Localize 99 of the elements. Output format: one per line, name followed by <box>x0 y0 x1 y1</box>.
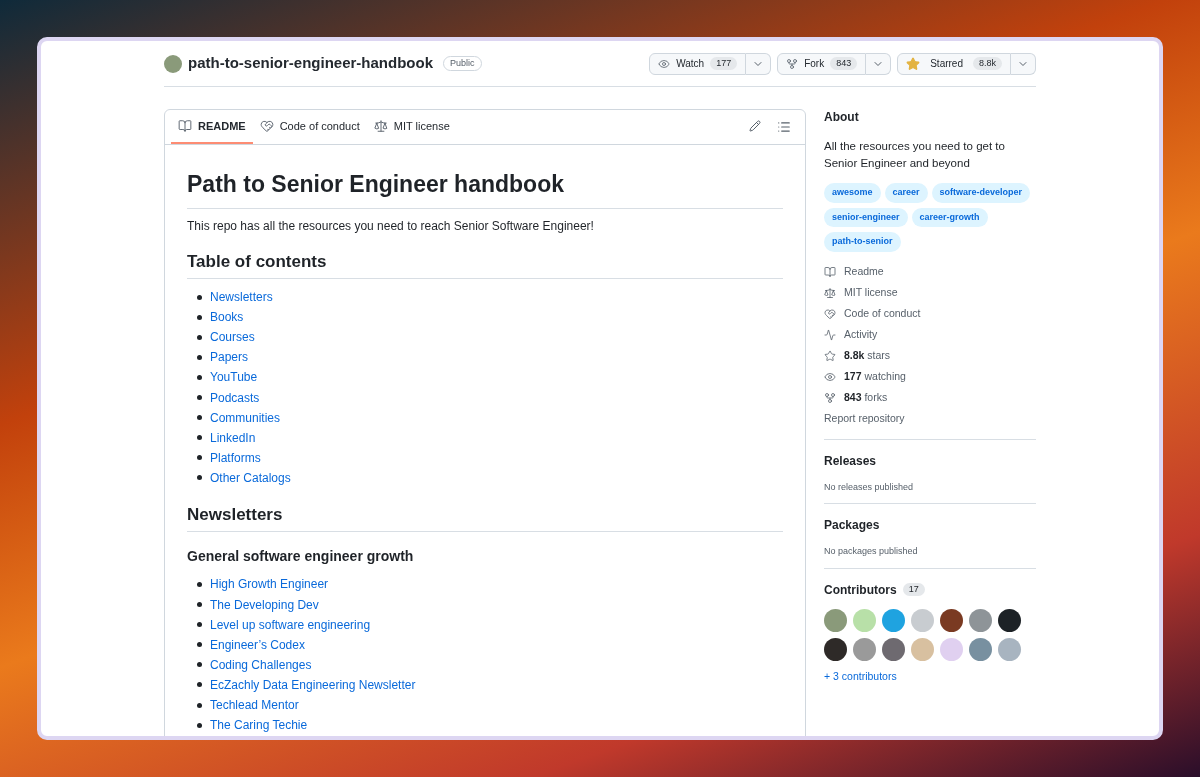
star-button[interactable]: Starred 8.8k <box>897 52 1011 75</box>
eye-icon <box>824 371 836 383</box>
meta-link[interactable]: MIT license <box>844 285 898 301</box>
toc-link[interactable]: Papers <box>210 348 249 367</box>
newsletter-link[interactable]: The Developing Dev <box>210 595 319 614</box>
tab[interactable]: Code of conduct <box>252 110 367 144</box>
toc-link[interactable]: Podcasts <box>210 388 260 407</box>
bullet <box>197 314 202 320</box>
meta-link[interactable]: Readme <box>844 264 884 280</box>
newsletter-link[interactable]: High Growth Engineer <box>210 575 329 594</box>
fork-icon <box>824 392 836 404</box>
about-description: All the resources you need to get to Senior Engineer and beyond <box>824 139 1006 171</box>
topic-tag[interactable]: career-growth <box>911 207 988 227</box>
avatar[interactable] <box>998 608 1021 632</box>
dropdown-button[interactable] <box>1011 52 1036 75</box>
section-heading: Contributors <box>824 581 897 599</box>
bullet <box>197 642 202 648</box>
topic-tag[interactable]: career <box>884 183 928 203</box>
avatar <box>164 54 182 73</box>
about-heading: About <box>824 109 860 126</box>
bullet <box>197 334 202 340</box>
tab[interactable]: MIT license <box>366 110 457 144</box>
newsletter-link[interactable]: The Caring Techie <box>210 716 308 735</box>
bullet <box>197 374 202 380</box>
toc-link[interactable]: LinkedIn <box>210 428 256 447</box>
avatar[interactable] <box>940 608 963 632</box>
bullet <box>197 622 202 628</box>
toc-link[interactable]: Books <box>210 308 244 327</box>
meta-link[interactable]: 177 watching <box>844 369 906 385</box>
count-badge: 843 <box>830 56 858 71</box>
toc-link[interactable]: Newsletters <box>210 288 273 307</box>
topic-tag[interactable]: path-to-senior <box>824 232 901 252</box>
fork-icon <box>786 57 799 70</box>
bullet <box>197 294 202 300</box>
bullet <box>197 682 202 688</box>
count-badge: 8.8k <box>973 56 1002 71</box>
watch-button[interactable]: Watch 177 <box>649 52 747 75</box>
report-link[interactable]: Report repository <box>824 408 1036 430</box>
bullet <box>197 602 202 608</box>
count-badge: 177 <box>710 56 738 71</box>
newsletter-link[interactable]: EcZachly Data Engineering Newsletter <box>210 675 416 694</box>
topic-tag[interactable]: awesome <box>824 183 881 203</box>
dropdown-button[interactable] <box>746 52 772 75</box>
section-heading: Packages <box>824 517 881 534</box>
toc-link[interactable]: Other Catalogs <box>210 468 291 487</box>
count-badge: 17 <box>902 582 925 597</box>
toc-link[interactable]: Communities <box>210 408 281 427</box>
edit-icon[interactable] <box>749 120 761 132</box>
empty-note: No packages published <box>824 545 919 558</box>
meta-link[interactable]: 843 forks <box>844 390 888 406</box>
button-label: Starred <box>929 57 964 71</box>
bullet <box>197 582 202 587</box>
newsletter-link[interactable]: Engineer’s Codex <box>210 635 305 654</box>
bullet <box>197 722 202 728</box>
avatar[interactable] <box>824 637 847 661</box>
meta-link[interactable]: 8.8k stars <box>844 348 891 364</box>
bullet <box>197 662 202 668</box>
bullet <box>197 354 202 360</box>
newsletter-link[interactable]: Techlead Mentor <box>210 696 299 715</box>
more-contributors-link[interactable]: + 3 contributors <box>824 668 1036 685</box>
toc-link[interactable]: Courses <box>210 328 255 347</box>
outline-icon[interactable] <box>777 120 791 134</box>
bullet <box>197 702 202 708</box>
book-icon <box>824 266 836 278</box>
scale-icon <box>824 287 836 299</box>
newsletter-link[interactable]: Coding Challenges <box>210 655 312 674</box>
intro-text: This repo has all the resources you need to reach Senior Software Engineer! <box>187 217 595 235</box>
heart-handshake-icon <box>259 119 274 133</box>
topic-tag[interactable]: senior-engineer <box>824 207 908 227</box>
section-heading: Table of contents <box>187 248 783 279</box>
fork-button[interactable]: Fork 843 <box>777 52 867 75</box>
toc-link[interactable]: YouTube <box>210 368 258 387</box>
bullet <box>197 395 202 400</box>
meta-link[interactable]: Code of conduct <box>844 306 921 322</box>
bullet <box>197 475 202 481</box>
readme-title: Path to Senior Engineer handbook <box>187 167 783 209</box>
star-icon <box>906 56 921 71</box>
repo-name[interactable]: path-to-senior-engineer-handbook <box>188 52 433 75</box>
bullet <box>197 455 202 461</box>
star-icon <box>824 350 836 362</box>
section-heading: Releases <box>824 452 878 470</box>
heart-handshake-icon <box>824 308 836 320</box>
tab[interactable]: README <box>171 110 253 144</box>
pulse-icon <box>824 329 836 341</box>
topic-tag[interactable]: software-developer <box>931 183 1031 203</box>
button-label: Fork <box>804 57 825 71</box>
toc-link[interactable]: Platforms <box>210 448 261 467</box>
button-label: Watch <box>676 57 705 71</box>
bullet <box>197 415 202 421</box>
subsection-heading: General software engineer growth <box>187 547 415 567</box>
newsletter-link[interactable]: Level up software engineering <box>210 615 371 634</box>
meta-link[interactable]: Activity <box>844 327 878 343</box>
empty-note: No releases published <box>824 480 915 494</box>
book-icon <box>178 119 192 133</box>
eye-icon <box>658 57 671 70</box>
scale-icon <box>373 119 388 133</box>
section-heading: Newsletters <box>187 501 783 533</box>
bullet <box>197 435 202 441</box>
dropdown-button[interactable] <box>866 52 892 75</box>
